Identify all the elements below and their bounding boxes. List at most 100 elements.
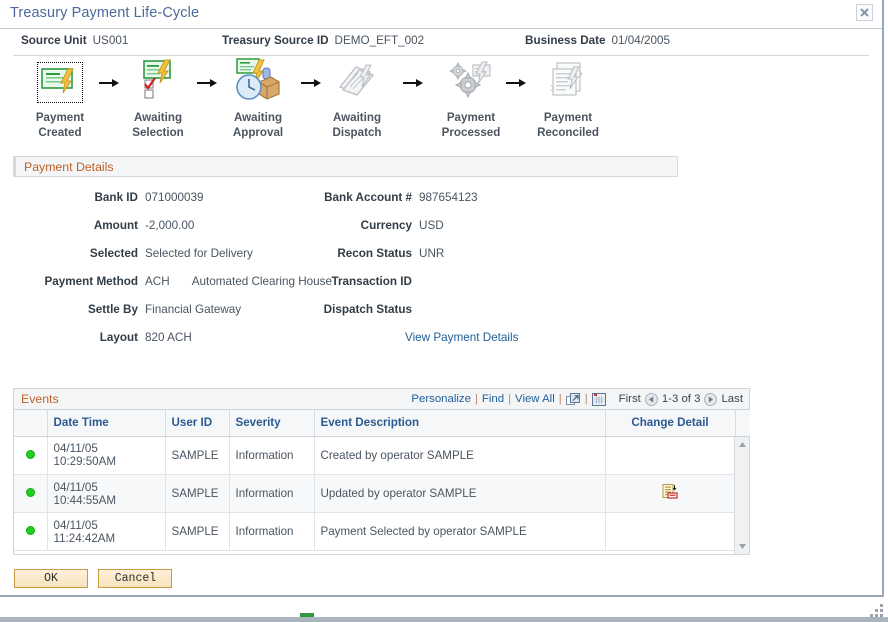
prev-page-icon[interactable] — [644, 392, 658, 406]
table-row[interactable]: 04/11/05 10:44:55AM SAMPLE Information U… — [14, 474, 749, 513]
lifecycle-step-awaiting-selection[interactable]: Awaiting Selection — [112, 56, 204, 140]
green-status-dot — [25, 488, 35, 497]
events-pager: First 1-3 of 3 Last — [619, 392, 743, 406]
pager-first-label[interactable]: First — [619, 393, 641, 405]
approval-clock-icon — [235, 57, 281, 107]
toolbar-separator: | — [508, 393, 512, 405]
treasury-source-id-label: Treasury Source ID — [222, 34, 329, 47]
row-date-time: 04/11/05 10:29:50AM — [47, 436, 166, 475]
payment-details-title: Payment Details — [24, 160, 114, 174]
scroll-up-arrow-icon[interactable] — [738, 437, 747, 452]
field-amount: Amount -2,000.00 — [13, 219, 195, 232]
toolbar-separator: | — [558, 393, 562, 405]
pager-last-label[interactable]: Last — [721, 393, 743, 405]
toolbar-separator: | — [474, 393, 478, 405]
events-vertical-scrollbar[interactable] — [734, 436, 749, 554]
step-label-line2: Processed — [441, 126, 501, 139]
currency-value: USD — [419, 219, 444, 232]
window-bottom-strip — [0, 617, 888, 622]
events-table-header: Date Time User ID Severity Event Descrip… — [14, 410, 750, 437]
scroll-down-arrow-icon[interactable] — [738, 539, 747, 554]
key-fields-row: Source Unit US001 Treasury Source ID DEMO_… — [13, 29, 869, 56]
personalize-link[interactable]: Personalize — [411, 393, 471, 405]
change-detail-icon[interactable] — [662, 484, 679, 503]
row-status-cell — [14, 474, 48, 513]
next-page-icon[interactable] — [704, 392, 718, 406]
treasury-payment-lifecycle-dialog: Treasury Payment Life-Cycle Source Unit U… — [0, 0, 888, 622]
lifecycle-step-awaiting-dispatch[interactable]: Awaiting Dispatch — [311, 56, 403, 140]
step-label-line2: Dispatch — [332, 126, 382, 139]
business-date-label: Business Date — [525, 34, 606, 47]
currency-label: Currency — [360, 219, 412, 232]
lifecycle-step-payment-processed[interactable]: Payment Processed — [425, 56, 517, 140]
arrow-right-icon — [403, 79, 423, 87]
col-user-id[interactable]: User ID — [165, 410, 230, 437]
row-change-detail[interactable] — [605, 474, 736, 513]
close-icon — [860, 8, 869, 17]
step-label-line2: Reconciled — [537, 126, 599, 139]
field-transaction-id: Transaction ID — [277, 275, 419, 288]
step-label-line1: Awaiting — [133, 111, 183, 124]
toolbar-separator: | — [584, 393, 588, 405]
selected-value: Selected for Delivery — [145, 247, 253, 260]
row-date-time: 04/11/05 10:44:55AM — [47, 474, 166, 513]
lifecycle-step-awaiting-approval[interactable]: Awaiting Approval — [212, 56, 304, 140]
events-table-body-wrap: 04/11/05 10:29:50AM SAMPLE Information C… — [14, 436, 749, 554]
events-grid: Events Personalize | Find | View All | | — [13, 388, 750, 555]
ok-button[interactable]: OK — [14, 569, 88, 588]
field-dispatch-status: Dispatch Status — [277, 303, 419, 316]
close-button[interactable] — [856, 4, 873, 21]
step-label-line1: Payment — [35, 111, 85, 124]
step-label-line2: Approval — [232, 126, 284, 139]
col-severity[interactable]: Severity — [229, 410, 315, 437]
pager-range: 1-3 of 3 — [661, 393, 701, 405]
col-change-detail[interactable]: Change Detail — [605, 410, 736, 437]
amount-value: -2,000.00 — [145, 219, 195, 232]
view-payment-details-link[interactable]: View Payment Details — [405, 331, 518, 344]
col-spacer — [735, 410, 750, 437]
layout-label: Layout — [99, 331, 138, 344]
step-label-line1: Payment — [446, 111, 496, 124]
download-spreadsheet-icon[interactable] — [592, 392, 607, 406]
check-payment-icon — [37, 61, 83, 103]
treasury-source-id-value: DEMO_EFT_002 — [334, 34, 425, 47]
field-selected: Selected Selected for Delivery — [13, 247, 253, 260]
dialog-titlebar: Treasury Payment Life-Cycle — [0, 0, 882, 29]
lifecycle-step-payment-reconciled[interactable]: Payment Reconciled — [522, 56, 614, 140]
col-event-description[interactable]: Event Description — [314, 410, 606, 437]
row-user-id: SAMPLE — [165, 436, 230, 475]
business-date-value: 01/04/2005 — [611, 34, 671, 47]
events-header-row: Date Time User ID Severity Event Descrip… — [14, 410, 750, 437]
cancel-button[interactable]: Cancel — [98, 569, 173, 588]
lifecycle-step-payment-created[interactable]: Payment Created — [14, 56, 106, 140]
table-row[interactable]: 04/11/05 10:29:50AM SAMPLE Information C… — [14, 436, 749, 475]
step-label-line2: Selection — [132, 126, 184, 139]
field-bank-id: Bank ID 071000039 — [13, 191, 204, 204]
reconciled-doc-icon — [548, 61, 588, 104]
step-label-line1: Payment — [543, 111, 593, 124]
col-date-time[interactable]: Date Time — [47, 410, 166, 437]
view-all-link[interactable]: View All — [515, 393, 555, 405]
amount-label: Amount — [93, 219, 138, 232]
field-currency: Currency USD — [277, 219, 444, 232]
payment-details-body: Bank ID 071000039 Amount -2,000.00 Selecte… — [13, 177, 869, 362]
row-user-id: SAMPLE — [165, 512, 230, 551]
table-row[interactable]: 04/11/05 11:24:42AM SAMPLE Information P… — [14, 512, 749, 551]
source-unit-label: Source Unit — [21, 34, 87, 47]
payment-method-value: ACH — [145, 275, 170, 288]
flow-arrow-4 — [402, 76, 424, 90]
find-link[interactable]: Find — [482, 393, 504, 405]
gears-processed-icon — [448, 61, 493, 104]
payment-selection-icon — [138, 59, 178, 106]
resize-grip[interactable] — [870, 604, 883, 617]
bank-id-label: Bank ID — [94, 191, 138, 204]
recon-status-value: UNR — [419, 247, 445, 260]
col-status[interactable] — [14, 410, 48, 437]
row-severity: Information — [229, 512, 315, 551]
bank-id-value: 071000039 — [145, 191, 204, 204]
expand-grid-icon[interactable] — [566, 392, 581, 406]
lifecycle-flow: Payment Created Awaiting Selection Await… — [14, 56, 882, 156]
dialog-buttons: OK Cancel — [14, 568, 178, 588]
row-date-time: 04/11/05 11:24:42AM — [47, 512, 166, 551]
page-title: Treasury Payment Life-Cycle — [10, 5, 200, 21]
